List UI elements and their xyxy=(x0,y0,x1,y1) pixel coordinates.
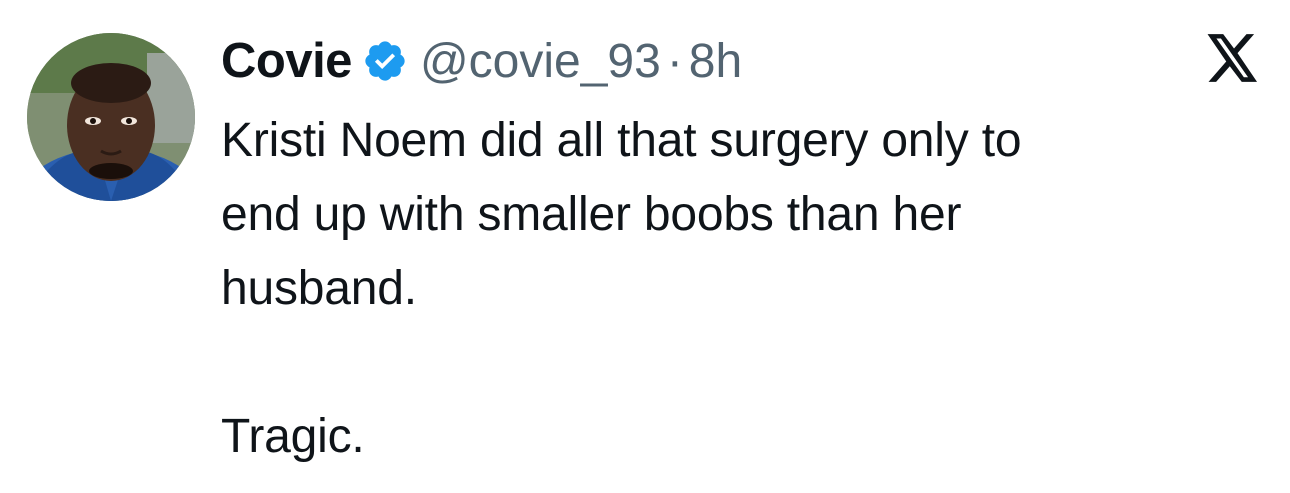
display-name[interactable]: Covie xyxy=(221,33,352,89)
verified-badge-icon[interactable] xyxy=(362,38,408,84)
tweet-text-line: Tragic. xyxy=(221,410,365,463)
tweet-text-line xyxy=(221,326,1221,400)
tweet-text-line: end up with smaller boobs than her xyxy=(221,188,962,241)
author-handle[interactable]: @covie_93 xyxy=(420,34,661,89)
separator-dot: · xyxy=(666,34,683,88)
timestamp[interactable]: 8h xyxy=(689,34,742,89)
avatar-image xyxy=(27,33,195,201)
tweet-text: Kristi Noem did all that surgery only to… xyxy=(221,104,1221,474)
tweet-text-line: husband. xyxy=(221,262,417,315)
x-logo-icon xyxy=(1207,34,1259,82)
tweet-text-line: Kristi Noem did all that surgery only to xyxy=(221,114,1022,167)
tweet-header: Covie @covie_93 · 8h xyxy=(221,26,742,96)
avatar[interactable] xyxy=(27,33,195,201)
tweet-card[interactable]: Covie @covie_93 · 8h Kristi Noem did all… xyxy=(0,0,1290,493)
